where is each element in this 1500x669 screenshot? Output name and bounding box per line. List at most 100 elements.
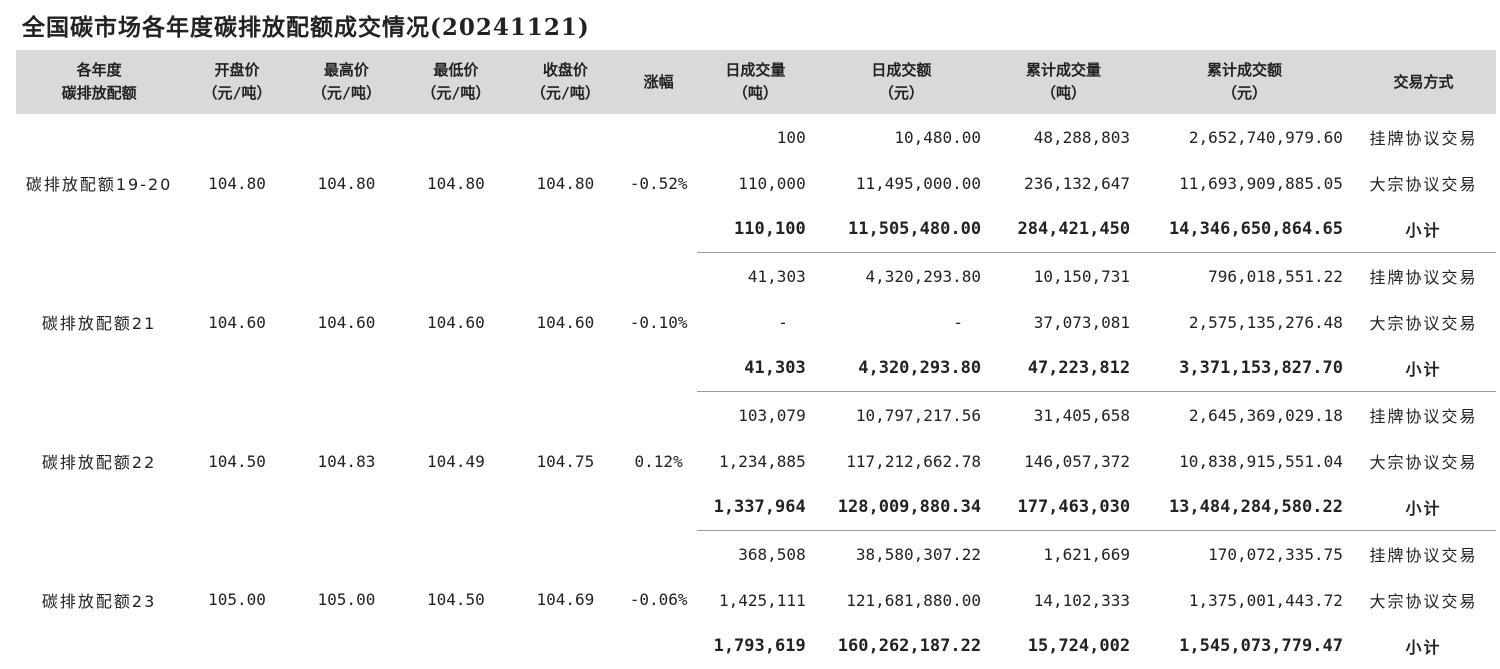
change-cell: -0.52% <box>620 114 697 253</box>
cumulative-amount-cell: 1,375,001,443.72 <box>1138 577 1351 623</box>
header-daily-amount: 日成交额（元） <box>814 50 989 114</box>
header-cumulative-amount: 累计成交额（元） <box>1138 50 1351 114</box>
trade-method-cell: 挂牌协议交易 <box>1351 253 1496 300</box>
trade-method-cell: 小计 <box>1351 484 1496 531</box>
daily-volume-cell: 110,000 <box>697 160 814 206</box>
cumulative-amount-cell: 2,575,135,276.48 <box>1138 299 1351 345</box>
daily-volume-cell: 1,425,111 <box>697 577 814 623</box>
cumulative-volume-cell: 14,102,333 <box>989 577 1138 623</box>
header-low-price: 最低价（元/吨） <box>401 50 510 114</box>
daily-amount-cell: 10,480.00 <box>814 114 989 160</box>
daily-volume-cell: 100 <box>697 114 814 160</box>
open-price-cell: 105.00 <box>182 531 291 669</box>
daily-amount-cell: 121,681,880.00 <box>814 577 989 623</box>
trade-method-cell: 大宗协议交易 <box>1351 299 1496 345</box>
daily-amount-cell: 11,505,480.00 <box>814 206 989 253</box>
cumulative-volume-cell: 37,073,081 <box>989 299 1138 345</box>
trade-method-cell: 挂牌协议交易 <box>1351 531 1496 578</box>
cumulative-amount-cell: 1,545,073,779.47 <box>1138 623 1351 669</box>
header-trade-method: 交易方式 <box>1351 50 1496 114</box>
high-price-cell: 104.60 <box>292 253 401 392</box>
table-row: 碳排放配额23 105.00 105.00 104.50 104.69 -0.0… <box>16 531 1496 578</box>
daily-volume-cell: 41,303 <box>697 253 814 300</box>
low-price-cell: 104.50 <box>401 531 510 669</box>
cumulative-volume-cell: 31,405,658 <box>989 392 1138 439</box>
trade-method-cell: 小计 <box>1351 206 1496 253</box>
header-cumulative-volume: 累计成交量（吨） <box>989 50 1138 114</box>
quota-name-cell: 碳排放配额23 <box>16 531 182 669</box>
trade-method-cell: 挂牌协议交易 <box>1351 114 1496 160</box>
daily-amount-cell: 128,009,880.34 <box>814 484 989 531</box>
low-price-cell: 104.49 <box>401 392 510 531</box>
carbon-quota-table: 各年度碳排放配额 开盘价（元/吨） 最高价（元/吨） 最低价（元/吨） 收盘价（… <box>16 50 1496 669</box>
close-price-cell: 104.69 <box>511 531 620 669</box>
trade-method-cell: 大宗协议交易 <box>1351 438 1496 484</box>
close-price-cell: 104.75 <box>511 392 620 531</box>
open-price-cell: 104.50 <box>182 392 291 531</box>
change-cell: -0.06% <box>620 531 697 669</box>
cumulative-volume-cell: 47,223,812 <box>989 345 1138 392</box>
cumulative-volume-cell: 10,150,731 <box>989 253 1138 300</box>
cumulative-volume-cell: 146,057,372 <box>989 438 1138 484</box>
quota-name-cell: 碳排放配额22 <box>16 392 182 531</box>
header-open-price: 开盘价（元/吨） <box>182 50 291 114</box>
header-row: 各年度碳排放配额 开盘价（元/吨） 最高价（元/吨） 最低价（元/吨） 收盘价（… <box>16 50 1496 114</box>
trade-method-cell: 大宗协议交易 <box>1351 577 1496 623</box>
cumulative-amount-cell: 14,346,650,864.65 <box>1138 206 1351 253</box>
close-price-cell: 104.80 <box>511 114 620 253</box>
quota-name-cell: 碳排放配额21 <box>16 253 182 392</box>
daily-amount-cell: 4,320,293.80 <box>814 345 989 392</box>
cumulative-amount-cell: 10,838,915,551.04 <box>1138 438 1351 484</box>
cumulative-amount-cell: 2,645,369,029.18 <box>1138 392 1351 439</box>
cumulative-volume-cell: 236,132,647 <box>989 160 1138 206</box>
daily-amount-cell: 38,580,307.22 <box>814 531 989 578</box>
cumulative-volume-cell: 15,724,002 <box>989 623 1138 669</box>
header-high-price: 最高价（元/吨） <box>292 50 401 114</box>
daily-volume-cell: 1,337,964 <box>697 484 814 531</box>
trade-method-cell: 大宗协议交易 <box>1351 160 1496 206</box>
daily-amount-cell: - <box>814 299 989 345</box>
cumulative-amount-cell: 796,018,551.22 <box>1138 253 1351 300</box>
daily-amount-cell: 11,495,000.00 <box>814 160 989 206</box>
low-price-cell: 104.80 <box>401 114 510 253</box>
quota-name-cell: 碳排放配额19-20 <box>16 114 182 253</box>
daily-amount-cell: 117,212,662.78 <box>814 438 989 484</box>
cumulative-amount-cell: 170,072,335.75 <box>1138 531 1351 578</box>
close-price-cell: 104.60 <box>511 253 620 392</box>
daily-amount-cell: 160,262,187.22 <box>814 623 989 669</box>
daily-amount-cell: 4,320,293.80 <box>814 253 989 300</box>
cumulative-volume-cell: 1,621,669 <box>989 531 1138 578</box>
cumulative-amount-cell: 11,693,909,885.05 <box>1138 160 1351 206</box>
trade-method-cell: 小计 <box>1351 345 1496 392</box>
table-row: 碳排放配额19-20 104.80 104.80 104.80 104.80 -… <box>16 114 1496 160</box>
header-quota-year: 各年度碳排放配额 <box>16 50 182 114</box>
header-change: 涨幅 <box>620 50 697 114</box>
daily-volume-cell: - <box>697 299 814 345</box>
daily-volume-cell: 103,079 <box>697 392 814 439</box>
cumulative-amount-cell: 2,652,740,979.60 <box>1138 114 1351 160</box>
open-price-cell: 104.80 <box>182 114 291 253</box>
daily-volume-cell: 1,793,619 <box>697 623 814 669</box>
daily-volume-cell: 1,234,885 <box>697 438 814 484</box>
header-daily-volume: 日成交量（吨） <box>697 50 814 114</box>
change-cell: -0.10% <box>620 253 697 392</box>
high-price-cell: 105.00 <box>292 531 401 669</box>
daily-volume-cell: 110,100 <box>697 206 814 253</box>
daily-amount-cell: 10,797,217.56 <box>814 392 989 439</box>
open-price-cell: 104.60 <box>182 253 291 392</box>
cumulative-volume-cell: 48,288,803 <box>989 114 1138 160</box>
cumulative-volume-cell: 284,421,450 <box>989 206 1138 253</box>
cumulative-amount-cell: 13,484,284,580.22 <box>1138 484 1351 531</box>
daily-volume-cell: 368,508 <box>697 531 814 578</box>
page-title: 全国碳市场各年度碳排放配额成交情况(20241121) <box>22 8 590 42</box>
high-price-cell: 104.80 <box>292 114 401 253</box>
table-row: 碳排放配额21 104.60 104.60 104.60 104.60 -0.1… <box>16 253 1496 300</box>
header-close-price: 收盘价（元/吨） <box>511 50 620 114</box>
cumulative-amount-cell: 3,371,153,827.70 <box>1138 345 1351 392</box>
trade-method-cell: 小计 <box>1351 623 1496 669</box>
change-cell: 0.12% <box>620 392 697 531</box>
trade-method-cell: 挂牌协议交易 <box>1351 392 1496 439</box>
cumulative-volume-cell: 177,463,030 <box>989 484 1138 531</box>
high-price-cell: 104.83 <box>292 392 401 531</box>
table-row: 碳排放配额22 104.50 104.83 104.49 104.75 0.12… <box>16 392 1496 439</box>
